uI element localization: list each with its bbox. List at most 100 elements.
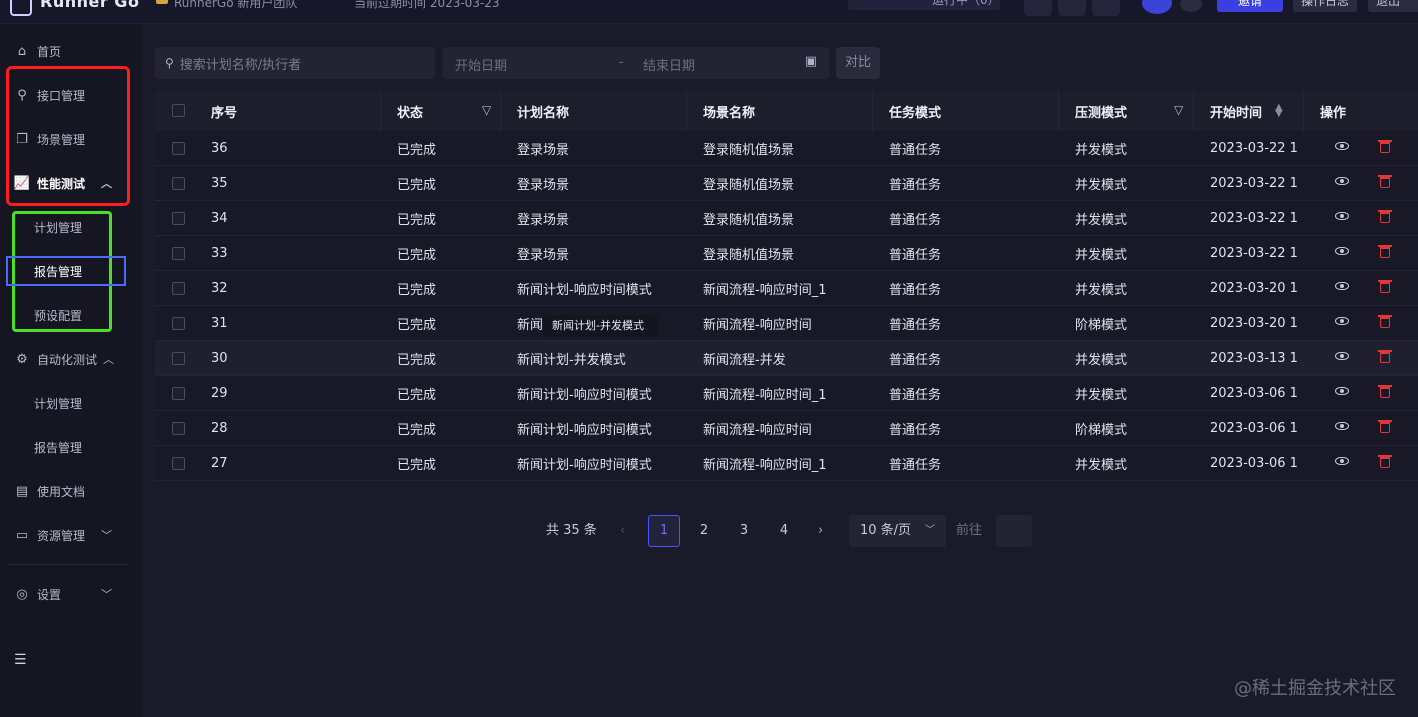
sidebar-item-automation[interactable]: ⚙ 自动化测试 ︿ bbox=[0, 337, 142, 381]
trash-icon[interactable] bbox=[1378, 245, 1392, 258]
trash-icon[interactable] bbox=[1378, 140, 1392, 153]
compare-button[interactable]: 对比 bbox=[836, 47, 880, 79]
row-checkbox[interactable] bbox=[172, 317, 185, 330]
sidebar-item-auto-plan[interactable]: 计划管理 bbox=[0, 381, 142, 425]
row-checkbox[interactable] bbox=[172, 247, 185, 260]
cell-status: 已完成 bbox=[397, 353, 437, 368]
date-separator: - bbox=[619, 55, 624, 70]
eye-icon[interactable] bbox=[1335, 177, 1349, 185]
date-range-picker[interactable]: 开始日期 - 结束日期 ▣ bbox=[443, 47, 829, 79]
eye-icon[interactable] bbox=[1335, 247, 1349, 255]
trash-icon[interactable] bbox=[1378, 420, 1392, 433]
table-row[interactable]: 32 已完成 新闻计划-响应时间模式 新闻流程-响应时间_1 普通任务 并发模式 2023-… bbox=[155, 271, 1418, 306]
row-checkbox[interactable] bbox=[172, 177, 185, 190]
goto-page-input[interactable] bbox=[996, 515, 1032, 547]
eye-icon[interactable] bbox=[1335, 387, 1349, 395]
collapse-menu-icon[interactable]: ☰ bbox=[14, 652, 28, 668]
row-checkbox[interactable] bbox=[172, 212, 185, 225]
table-row[interactable]: 36 已完成 登录场景 登录随机值场景 普通任务 并发模式 2023-03-22 1 bbox=[155, 131, 1418, 166]
cell-id: 34 bbox=[211, 211, 228, 226]
eye-icon[interactable] bbox=[1335, 352, 1349, 360]
chevron-left-icon[interactable]: ‹ bbox=[620, 515, 625, 547]
trash-icon[interactable] bbox=[1378, 280, 1392, 293]
sidebar-divider bbox=[8, 564, 128, 565]
cell-id: 29 bbox=[211, 386, 228, 401]
table-row[interactable]: 33 已完成 登录场景 登录随机值场景 普通任务 并发模式 2023-03-22 1 bbox=[155, 236, 1418, 271]
pagination-page-2[interactable]: 2 bbox=[688, 515, 720, 547]
row-checkbox[interactable] bbox=[172, 352, 185, 365]
settings-icon: ◎ bbox=[16, 586, 28, 602]
eye-icon[interactable] bbox=[1335, 422, 1349, 430]
sort-icon[interactable]: ▲ ▼ bbox=[1275, 103, 1283, 119]
export-icon[interactable] bbox=[1092, 0, 1120, 16]
filter-icon[interactable]: ▽ bbox=[1174, 103, 1183, 117]
cell-status: 已完成 bbox=[397, 248, 437, 263]
chevron-up-icon: ︿ bbox=[103, 353, 114, 366]
sidebar-item-docs[interactable]: ▤ 使用文档 bbox=[0, 469, 142, 513]
trash-icon[interactable] bbox=[1378, 385, 1392, 398]
eye-icon[interactable] bbox=[1335, 457, 1349, 465]
trash-icon[interactable] bbox=[1378, 175, 1392, 188]
trash-icon[interactable] bbox=[1378, 455, 1392, 468]
trash-icon[interactable] bbox=[1378, 210, 1392, 223]
eye-icon[interactable] bbox=[1335, 142, 1349, 150]
table-row[interactable]: 29 已完成 新闻计划-响应时间模式 新闻流程-响应时间_1 普通任务 并发模式 2023-… bbox=[155, 376, 1418, 411]
start-date-field[interactable]: 开始日期 bbox=[455, 55, 507, 74]
cell-task-mode: 普通任务 bbox=[889, 213, 942, 228]
table-row[interactable]: 35 已完成 登录场景 登录随机值场景 普通任务 并发模式 2023-03-22 1 bbox=[155, 166, 1418, 201]
row-checkbox[interactable] bbox=[172, 387, 185, 400]
trash-icon[interactable] bbox=[1378, 315, 1392, 328]
cell-scene-name: 登录随机值场景 bbox=[703, 248, 795, 263]
cell-status: 已完成 bbox=[397, 458, 437, 473]
eye-icon[interactable] bbox=[1335, 212, 1349, 220]
add-member-icon[interactable] bbox=[1180, 0, 1202, 12]
sidebar-item-resources[interactable]: ▭ 资源管理 ﹀ bbox=[0, 513, 142, 557]
table-row[interactable]: 30 已完成 新闻计划-并发模式 新闻流程-并发 普通任务 并发模式 2023-03-13 … bbox=[155, 341, 1418, 376]
sidebar-item-auto-report[interactable]: 报告管理 bbox=[0, 425, 142, 469]
folder-icon[interactable] bbox=[1024, 0, 1052, 16]
running-tasks[interactable]: 运行中（0） bbox=[848, 0, 1000, 10]
pagination-page-4[interactable]: 4 bbox=[768, 515, 800, 547]
pagination-page-3[interactable]: 3 bbox=[728, 515, 760, 547]
filter-icon[interactable]: ▽ bbox=[482, 103, 491, 117]
team-selector[interactable]: RunnerGo 新用户团队 bbox=[174, 0, 297, 11]
table-row[interactable]: 34 已完成 登录场景 登录随机值场景 普通任务 并发模式 2023-03-22 1 bbox=[155, 201, 1418, 236]
eye-icon[interactable] bbox=[1335, 317, 1349, 325]
search-input[interactable]: ⚲ 搜索计划名称/执行者 bbox=[155, 47, 435, 79]
cell-load-mode: 并发模式 bbox=[1075, 458, 1128, 473]
cell-id: 33 bbox=[211, 246, 228, 261]
row-checkbox[interactable] bbox=[172, 142, 185, 155]
table-row[interactable]: 27 已完成 新闻计划-响应时间模式 新闻流程-响应时间_1 普通任务 并发模式 2023-… bbox=[155, 446, 1418, 481]
select-all-checkbox[interactable] bbox=[172, 104, 185, 117]
page-size-select[interactable]: 10 条/页 ﹀ bbox=[849, 515, 946, 547]
cell-start-time: 2023-03-06 1 bbox=[1210, 456, 1298, 471]
table-row[interactable]: 28 已完成 新闻计划-响应时间模式 新闻流程-响应时间 普通任务 阶梯模式 2023-03… bbox=[155, 411, 1418, 446]
row-divider bbox=[155, 480, 1418, 481]
cell-plan-name: 登录场景 bbox=[517, 248, 570, 263]
avatar[interactable] bbox=[1142, 0, 1172, 14]
calendar-icon[interactable]: ▣ bbox=[805, 54, 817, 69]
expire-info: 当前过期时间 2023-03-23 bbox=[354, 0, 500, 10]
chevron-right-icon[interactable]: › bbox=[818, 515, 823, 547]
end-date-field[interactable]: 结束日期 bbox=[643, 55, 695, 74]
theme-icon[interactable] bbox=[1058, 0, 1086, 16]
exit-button[interactable]: 退出 bbox=[1368, 0, 1418, 12]
row-checkbox[interactable] bbox=[172, 422, 185, 435]
sidebar-item-label: 使用文档 bbox=[37, 484, 86, 499]
column-header-status: 状态 bbox=[397, 105, 424, 121]
eye-icon[interactable] bbox=[1335, 282, 1349, 290]
cell-status: 已完成 bbox=[397, 388, 437, 403]
cell-start-time: 2023-03-20 1 bbox=[1210, 281, 1298, 296]
operation-log-button[interactable]: 操作日志 bbox=[1293, 0, 1357, 12]
invite-button[interactable]: 邀请 bbox=[1217, 0, 1283, 12]
pagination-page-1[interactable]: 1 bbox=[648, 515, 680, 547]
row-checkbox[interactable] bbox=[172, 457, 185, 470]
cell-scene-name: 新闻流程-响应时间_1 bbox=[703, 388, 827, 403]
table-row[interactable]: 31 已完成 新闻 新闻流程-响应时间 普通任务 阶梯模式 2023-03-20 1 bbox=[155, 306, 1418, 341]
cell-task-mode: 普通任务 bbox=[889, 143, 942, 158]
sidebar-item-settings[interactable]: ◎ 设置 ﹀ bbox=[0, 572, 142, 616]
cell-load-mode: 并发模式 bbox=[1075, 388, 1128, 403]
sidebar-item-label: 报告管理 bbox=[34, 440, 83, 455]
row-checkbox[interactable] bbox=[172, 282, 185, 295]
trash-icon[interactable] bbox=[1378, 350, 1392, 363]
